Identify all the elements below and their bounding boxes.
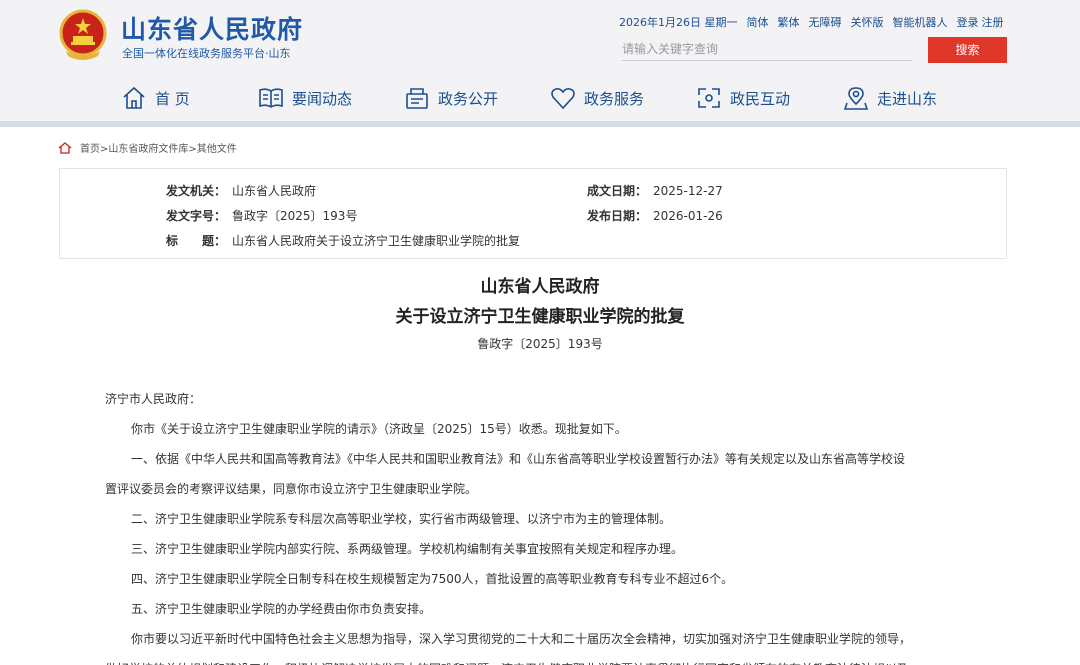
paragraph: 四、济宁卫生健康职业学院全日制专科在校生规模暂定为7500人，首批设置的高等职业… (131, 572, 734, 586)
written-date-value: 2025-12-27 (653, 184, 723, 198)
published-date-label: 发布日期： (587, 209, 648, 223)
nav-item-news[interactable]: 要闻动态 (258, 78, 352, 118)
nav-label-news: 要闻动态 (292, 89, 353, 108)
issuer-value: 山东省人民政府 (232, 184, 317, 198)
nav-label-public: 政务公开 (438, 89, 499, 108)
nav-item-services[interactable]: 政务服务 (550, 78, 644, 118)
paragraph: 一、依据《中华人民共和国高等教育法》《中华人民共和国职业教育法》和《山东省高等职… (131, 452, 906, 466)
national-emblem-icon[interactable] (58, 9, 108, 61)
nav-label-interact: 政民互动 (730, 89, 791, 108)
register-link[interactable]: 注册 (982, 14, 1004, 30)
breadcrumb: 首页>山东省政府文件库>其他文件 (58, 140, 237, 155)
site-header: 山东省人民政府 全国一体化在线政务服务平台·山东 2026年1月26日 星期一 … (0, 0, 1080, 121)
paragraph: 二、济宁卫生健康职业学院系专科层次高等职业学校，实行省市两级管理、以济宁市为主的… (131, 512, 672, 526)
paragraph: 做好学校的总体规划和建设工作，积极协调解决学校发展中的困难和问题。济宁卫生健康职… (105, 654, 965, 665)
site-title[interactable]: 山东省人民政府 (121, 10, 303, 46)
published-date-row: 发布日期： 2026-01-26 (587, 207, 723, 224)
robot-link[interactable]: 智能机器人 (893, 14, 948, 30)
nav-item-interact[interactable]: 政民互动 (696, 78, 790, 118)
nav-label-about: 走进山东 (877, 89, 938, 108)
nav-item-about[interactable]: 走进山东 (843, 78, 937, 118)
issuer-label: 发文机关： (166, 184, 227, 198)
book-icon (259, 88, 283, 108)
document-icon (406, 88, 428, 109)
document-title-issuer: 山东省人民政府 (480, 277, 600, 297)
login-link[interactable]: 登录 (957, 14, 979, 30)
current-date: 2026年1月26日 星期一 (619, 16, 738, 29)
heart-icon (551, 88, 575, 110)
search-input[interactable] (622, 37, 912, 61)
interact-icon (698, 88, 720, 108)
nav-label-services: 政务服务 (584, 89, 645, 108)
main-nav: 首 页 要闻动态 政务公开 政务服务 政民互动 走进山东 (0, 78, 1080, 118)
traditional-link[interactable]: 繁体 (778, 14, 800, 30)
nav-item-public[interactable]: 政务公开 (404, 78, 498, 118)
paragraph: 三、济宁卫生健康职业学院内部实行院、系两级管理。学校机构编制有关事宜按照有关规定… (131, 542, 684, 556)
doc-number-value: 鲁政字〔2025〕193号 (232, 209, 358, 223)
doc-number-label: 发文字号： (166, 209, 227, 223)
search-button[interactable]: 搜索 (928, 37, 1007, 63)
document-number: 鲁政字〔2025〕193号 (477, 337, 603, 351)
accessible-link[interactable]: 无障碍 (809, 14, 842, 30)
subject-value: 山东省人民政府关于设立济宁卫生健康职业学院的批复 (232, 234, 521, 248)
document-info-box: 发文机关： 山东省人民政府 发文字号： 鲁政字〔2025〕193号 标 题： 山东省人… (59, 168, 1007, 259)
paragraph: 你市《关于设立济宁卫生健康职业学院的请示》（济政呈〔2025〕15号）收悉。现批… (131, 422, 627, 436)
salutation: 济宁市人民政府： (105, 392, 202, 406)
nav-item-home[interactable]: 首 页 (121, 78, 190, 118)
home-icon (123, 86, 145, 109)
paragraph: 你市要以习近平新时代中国特色社会主义思想为指导，深入学习贯彻党的二十大和二十届历… (131, 632, 912, 646)
subject-label: 标 题： (166, 234, 227, 248)
issuer-row: 发文机关： 山东省人民政府 (166, 182, 316, 199)
simplified-link[interactable]: 简体 (747, 14, 769, 30)
location-icon (843, 87, 869, 110)
home-small-icon[interactable] (58, 141, 72, 154)
paragraph: 置评议委员会的考察评议结果，同意你市设立济宁卫生健康职业学院。 (105, 482, 478, 496)
header-divider (0, 121, 1080, 127)
nav-label-home: 首 页 (155, 89, 190, 108)
written-date-row: 成文日期： 2025-12-27 (587, 182, 723, 199)
doc-number-row: 发文字号： 鲁政字〔2025〕193号 (166, 207, 357, 224)
published-date-value: 2026-01-26 (653, 209, 723, 223)
elderly-mode-link[interactable]: 关怀版 (851, 14, 884, 30)
breadcrumb-path[interactable]: 首页>山东省政府文件库>其他文件 (80, 140, 237, 155)
written-date-label: 成文日期： (587, 184, 648, 198)
paragraph: 五、济宁卫生健康职业学院的办学经费由你市负责安排。 (131, 602, 432, 616)
top-links: 2026年1月26日 星期一 简体 繁体 无障碍 关怀版 智能机器人 登录 注册 (619, 14, 1004, 30)
search-box (622, 37, 912, 61)
document-body: 济宁市人民政府： 你市《关于设立济宁卫生健康职业学院的请示》（济政呈〔2025〕… (105, 384, 965, 665)
site-subtitle: 全国一体化在线政务服务平台·山东 (122, 47, 291, 60)
subject-row: 标 题： 山东省人民政府关于设立济宁卫生健康职业学院的批复 (166, 232, 520, 249)
document-title: 关于设立济宁卫生健康职业学院的批复 (395, 307, 685, 327)
